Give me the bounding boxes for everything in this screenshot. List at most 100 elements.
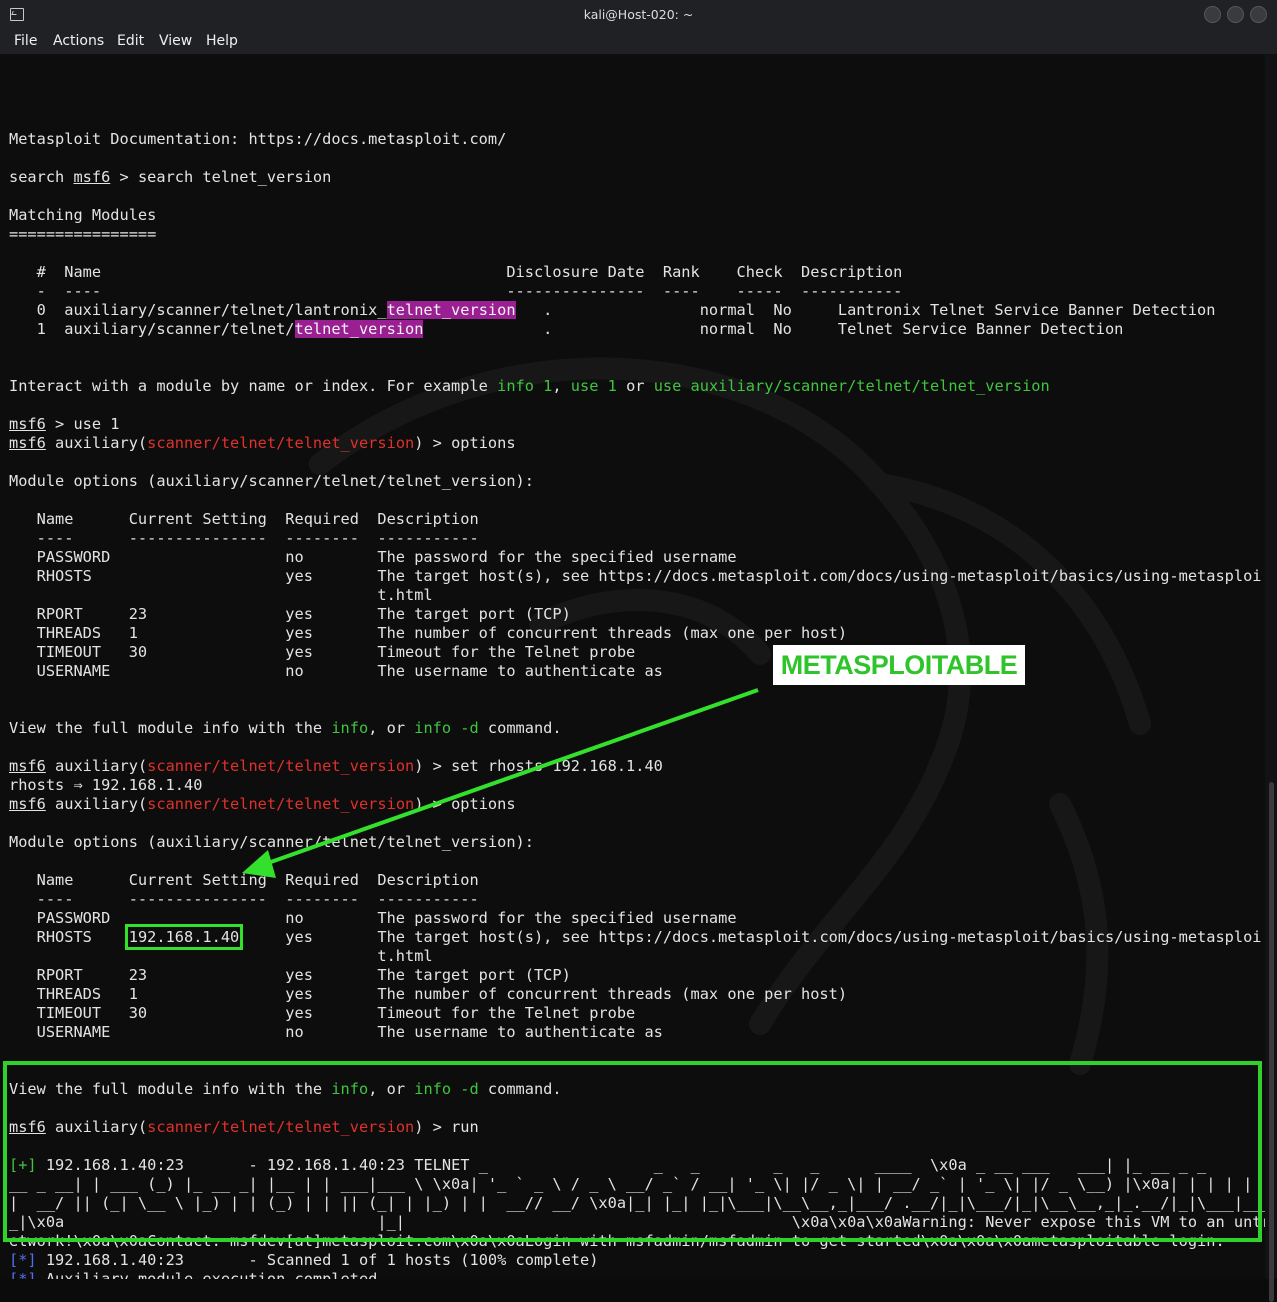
terminal-text-segment: USERNAME no The username to authenticate… xyxy=(9,1023,663,1041)
terminal-text-segment: PASSWORD no The password for the specifi… xyxy=(9,909,737,927)
terminal-line: msf6 auxiliary(scanner/telnet/telnet_ver… xyxy=(9,434,1265,453)
terminal-line: ================ xyxy=(9,225,1265,244)
terminal-text-segment: . normal No Lantronix Telnet Service Ban… xyxy=(515,301,1216,319)
terminal-text-segment: telnet_version xyxy=(294,320,424,338)
terminal-text-segment: > search telnet_version xyxy=(110,168,332,186)
terminal-text-segment: RPORT 23 yes The target port (TCP) xyxy=(9,966,571,984)
terminal-text-segment: 0 auxiliary/scanner/telnet/lantronix_ xyxy=(9,301,387,319)
terminal-text-segment: - ---- --------------- ---- ----- ------… xyxy=(9,282,903,300)
close-button[interactable] xyxy=(1250,6,1267,23)
terminal-text-segment: ) > options xyxy=(414,795,516,813)
terminal-line: Metasploit Documentation: https://docs.m… xyxy=(9,130,1265,149)
run-output-highlight-box xyxy=(3,1061,1262,1242)
terminal-text-segment: auxiliary( xyxy=(45,434,148,452)
terminal-text-segment: Name Current Setting Required Descriptio… xyxy=(9,871,479,889)
annotation-label: METASPLOITABLE xyxy=(773,645,1025,685)
menu-actions[interactable]: Actions xyxy=(53,33,104,49)
terminal-text-segment: ================ xyxy=(9,225,157,243)
terminal-text-segment: Module options (auxiliary/scanner/telnet… xyxy=(9,833,534,851)
terminal-text-segment: Metasploit Documentation: https://docs.m… xyxy=(9,130,507,148)
terminal-text-segment: msf6 xyxy=(9,795,46,813)
terminal-text-segment: , or xyxy=(368,719,415,737)
terminal-line: Matching Modules xyxy=(9,206,1265,225)
terminal-line: USERNAME no The username to authenticate… xyxy=(9,1023,1265,1042)
terminal-text-segment: THREADS 1 yes The number of concurrent t… xyxy=(9,985,848,1003)
terminal-text-segment: Name Current Setting Required Descriptio… xyxy=(9,510,479,528)
terminal-line: PASSWORD no The password for the specifi… xyxy=(9,548,1265,567)
terminal-text-segment: Interact with a module by name or index.… xyxy=(9,377,498,395)
terminal-line: msf6 > use 1 xyxy=(9,415,1265,434)
terminal-text-segment: auxiliary( xyxy=(45,757,148,775)
terminal-line: t.html xyxy=(9,947,1265,966)
terminal-text-segment: 192.168.1.40:23 - Scanned 1 of 1 hosts (… xyxy=(36,1251,599,1269)
terminal-text-segment: 192.168.1.40 xyxy=(124,924,244,950)
terminal-line: [*] 192.168.1.40:23 - Scanned 1 of 1 hos… xyxy=(9,1251,1265,1270)
terminal-line: View the full module info with the info,… xyxy=(9,719,1265,738)
menu-edit[interactable]: Edit xyxy=(117,33,144,49)
menu-bar: File Actions Edit View Help xyxy=(0,30,1277,54)
terminal-text-segment: command. xyxy=(478,719,562,737)
terminal-line: TIMEOUT 30 yes Timeout for the Telnet pr… xyxy=(9,643,1265,662)
terminal-text-segment: use 1 xyxy=(570,377,617,395)
terminal-text-segment: PASSWORD no The password for the specifi… xyxy=(9,548,737,566)
terminal-line: 0 auxiliary/scanner/telnet/lantronix_tel… xyxy=(9,301,1265,320)
terminal-text-segment: . normal No Telnet Service Banner Detect… xyxy=(423,320,1124,338)
terminal-text-segment: info xyxy=(331,719,369,737)
terminal-line: RHOSTS 192.168.1.40 yes The target host(… xyxy=(9,924,1265,950)
terminal-line: [*] Auxiliary module execution completed xyxy=(9,1270,1265,1279)
terminal-line: msf6 auxiliary(scanner/telnet/telnet_ver… xyxy=(9,795,1265,814)
terminal-text-segment: or xyxy=(616,377,654,395)
maximize-button[interactable] xyxy=(1227,6,1244,23)
terminal-line: rhosts ⇒ 192.168.1.40 xyxy=(9,776,1265,795)
terminal-text-segment: auxiliary( xyxy=(45,795,148,813)
window-title: kali@Host-020: ~ xyxy=(583,7,694,22)
menu-view[interactable]: View xyxy=(159,33,192,49)
terminal-line: - ---- --------------- ---- ----- ------… xyxy=(9,282,1265,301)
terminal-line: PASSWORD no The password for the specifi… xyxy=(9,909,1265,928)
terminal-text-segment: > use 1 xyxy=(45,415,120,433)
terminal-text-segment: TIMEOUT 30 yes Timeout for the Telnet pr… xyxy=(9,643,636,661)
scrollbar[interactable] xyxy=(1265,54,1277,1302)
terminal-text-segment: telnet_version xyxy=(386,301,516,319)
terminal-line: THREADS 1 yes The number of concurrent t… xyxy=(9,985,1265,1004)
terminal-text-segment: t.html xyxy=(9,586,433,604)
terminal-line: RHOSTS yes The target host(s), see https… xyxy=(9,567,1265,586)
minimize-button[interactable] xyxy=(1204,6,1221,23)
terminal-text-segment: yes The target host(s), see https://docs… xyxy=(239,928,1262,946)
terminal-line: # Name Disclosure Date Rank Check Descri… xyxy=(9,263,1265,282)
terminal-text-segment: Matching Modules xyxy=(9,206,157,224)
menu-file[interactable]: File xyxy=(14,33,37,49)
menu-help[interactable]: Help xyxy=(206,33,238,49)
terminal-text-segment: Auxiliary module execution completed xyxy=(36,1270,378,1279)
terminal-text-segment: info -d xyxy=(414,719,479,737)
terminal-line: THREADS 1 yes The number of concurrent t… xyxy=(9,624,1265,643)
terminal-text-segment: TIMEOUT 30 yes Timeout for the Telnet pr… xyxy=(9,1004,636,1022)
terminal-text-segment: ) > options xyxy=(414,434,516,452)
terminal-line: msf6 auxiliary(scanner/telnet/telnet_ver… xyxy=(9,757,1265,776)
terminal-text-segment: msf6 xyxy=(9,434,46,452)
terminal-line: RPORT 23 yes The target port (TCP) xyxy=(9,605,1265,624)
terminal-line: USERNAME no The username to authenticate… xyxy=(9,662,1265,681)
terminal-line: Name Current Setting Required Descriptio… xyxy=(9,510,1265,529)
terminal-text-segment: , xyxy=(552,377,571,395)
terminal-text-segment: scanner/telnet/telnet_version xyxy=(147,757,415,775)
scrollbar-thumb[interactable] xyxy=(1269,782,1274,1302)
terminal-text-segment: search xyxy=(9,168,74,186)
terminal-text-segment: RPORT 23 yes The target port (TCP) xyxy=(9,605,571,623)
terminal-text-segment: msf6 xyxy=(73,168,111,186)
terminal-text-segment: ---- --------------- -------- ----------… xyxy=(9,529,479,547)
terminal-line: RPORT 23 yes The target port (TCP) xyxy=(9,966,1265,985)
terminal-line: ---- --------------- -------- ----------… xyxy=(9,890,1265,909)
terminal-text-segment: msf6 xyxy=(9,757,46,775)
